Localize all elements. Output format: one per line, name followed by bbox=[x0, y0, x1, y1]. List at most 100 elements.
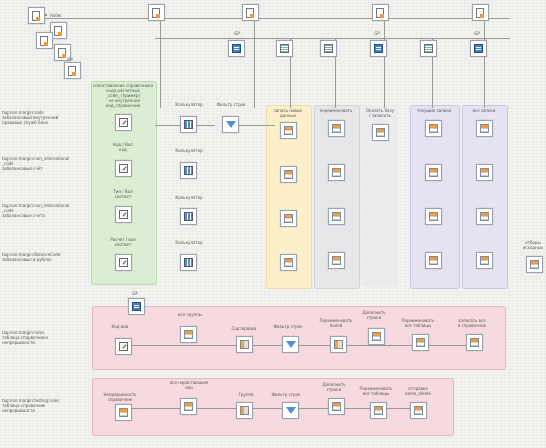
calc-label-2: Калькулятор bbox=[175, 148, 203, 153]
pink1-node-6[interactable] bbox=[412, 334, 429, 351]
sort-icon bbox=[240, 406, 249, 415]
table-icon bbox=[184, 330, 193, 339]
table-icon bbox=[374, 406, 383, 415]
right-label: отборы исходных bbox=[522, 240, 544, 250]
purple1-node-3[interactable] bbox=[425, 208, 442, 225]
top-node-2[interactable] bbox=[242, 4, 259, 21]
pink1-input-label: Код вид bbox=[111, 324, 129, 329]
db-node-3[interactable] bbox=[420, 40, 437, 57]
table-icon bbox=[376, 128, 385, 137]
db-node-2[interactable] bbox=[320, 40, 337, 57]
purple2-node-2[interactable] bbox=[476, 164, 493, 181]
gp-node-3[interactable] bbox=[470, 40, 487, 57]
gp-label: GP bbox=[132, 291, 138, 296]
table-icon bbox=[372, 332, 381, 341]
mapping-node-3[interactable] bbox=[115, 206, 132, 223]
pink1-node-5[interactable] bbox=[368, 328, 385, 345]
misc-node[interactable] bbox=[372, 124, 389, 141]
pink1-label-2: Сортировка bbox=[231, 326, 257, 331]
purple1-node-2[interactable] bbox=[425, 164, 442, 181]
pink1-label-4: Переименовать полей bbox=[319, 318, 353, 328]
pink1-node-1[interactable] bbox=[180, 326, 197, 343]
calc-node-1[interactable] bbox=[180, 116, 197, 133]
pink2-label-4: Дополнить строки bbox=[322, 382, 346, 392]
gray-node-4[interactable] bbox=[328, 252, 345, 269]
pink2-node-6[interactable] bbox=[410, 402, 427, 419]
gp-label: GP bbox=[474, 31, 480, 36]
calculator-icon bbox=[184, 212, 193, 221]
pink2-label-5: Переименовать все таблицы bbox=[359, 386, 393, 396]
connector bbox=[254, 18, 255, 108]
pink2-input-label: Непрерывность справочник bbox=[103, 392, 137, 402]
gray-node-3[interactable] bbox=[328, 208, 345, 225]
zip-node[interactable] bbox=[64, 62, 81, 79]
pink2-label-6: отправка name_delete bbox=[405, 386, 431, 396]
connector bbox=[235, 125, 275, 126]
pink2-node-1[interactable] bbox=[180, 398, 197, 415]
table-icon bbox=[284, 126, 293, 135]
purple2-node-4[interactable] bbox=[476, 252, 493, 269]
pink1-node-7[interactable] bbox=[466, 334, 483, 351]
purple1-node-1[interactable] bbox=[425, 120, 442, 137]
calc-label-1: Калькулятор bbox=[175, 102, 203, 107]
file-reader-node[interactable] bbox=[28, 7, 47, 24]
note-3: tag:non:margin:non_international _code з… bbox=[2, 203, 70, 218]
pink2-node-2[interactable] bbox=[236, 402, 253, 419]
purple1-node-4[interactable] bbox=[425, 252, 442, 269]
top-node-1[interactable] bbox=[148, 4, 165, 21]
purple2-node-3[interactable] bbox=[476, 208, 493, 225]
calc-node-2[interactable] bbox=[180, 162, 197, 179]
gray-node-1[interactable] bbox=[328, 120, 345, 137]
gp-node-1[interactable] bbox=[228, 40, 245, 57]
pink2-node-5[interactable] bbox=[370, 402, 387, 419]
note-1: tag:non:margin:code забалансовый внутрен… bbox=[2, 110, 59, 125]
table-icon bbox=[332, 124, 341, 133]
top-node-4[interactable] bbox=[472, 4, 489, 21]
db-node-1[interactable] bbox=[276, 40, 293, 57]
green-zone-title: сопоставление справочника кода расчетных… bbox=[92, 83, 154, 108]
top-node-3[interactable] bbox=[372, 4, 389, 21]
pink2-node-3[interactable] bbox=[282, 402, 299, 419]
misc-label: Оказать базу / записать bbox=[366, 108, 394, 118]
yellow-node-3[interactable] bbox=[280, 210, 297, 227]
pink2-node-4[interactable] bbox=[328, 398, 345, 415]
yellow-node-4[interactable] bbox=[280, 254, 297, 271]
filter-icon bbox=[226, 121, 236, 128]
database-icon bbox=[474, 44, 483, 53]
calculator-icon bbox=[184, 120, 193, 129]
calc-node-3[interactable] bbox=[180, 208, 197, 225]
pink1-note: tag:non:margin:rules таблица спарвочника… bbox=[2, 330, 48, 345]
pink1-node-2[interactable] bbox=[236, 336, 253, 353]
filter-node[interactable] bbox=[222, 116, 239, 133]
gray-node-2[interactable] bbox=[328, 164, 345, 181]
gp-node-4[interactable] bbox=[128, 298, 145, 315]
yellow-node-1[interactable] bbox=[280, 122, 297, 139]
right-node[interactable] bbox=[526, 256, 543, 273]
sort-icon bbox=[334, 340, 343, 349]
yellow-node-2[interactable] bbox=[280, 166, 297, 183]
edit-icon bbox=[119, 118, 128, 127]
table-icon bbox=[470, 338, 479, 347]
mapping-label-1: Код / Вал код bbox=[113, 142, 133, 152]
file-icon bbox=[476, 8, 484, 18]
pink1-label-6: Переименовать все таблицы bbox=[401, 318, 435, 328]
calc-node-4[interactable] bbox=[180, 254, 197, 271]
pink1-node-3[interactable] bbox=[282, 336, 299, 353]
pink1-node-4[interactable] bbox=[330, 336, 347, 353]
purple2-node-1[interactable] bbox=[476, 120, 493, 137]
gp-label: GP bbox=[234, 31, 240, 36]
gp-node-2[interactable] bbox=[370, 40, 387, 57]
yellow-zone-title: запись новых данных bbox=[273, 108, 303, 118]
pink1-label-7: записать все в справочник bbox=[457, 318, 487, 328]
mapping-node-1[interactable] bbox=[115, 114, 132, 131]
table-icon bbox=[332, 402, 341, 411]
pink2-note: tag:non:margin:testing:rules таблица спр… bbox=[2, 398, 60, 413]
pink2-input-node[interactable] bbox=[115, 404, 132, 421]
file-icon bbox=[54, 26, 62, 36]
purple-zone-1-title: текущие записи bbox=[416, 108, 452, 113]
mapping-node-4[interactable] bbox=[115, 254, 132, 271]
pink1-input-node[interactable] bbox=[115, 338, 132, 355]
file-node-2[interactable] bbox=[36, 32, 53, 49]
pink1-label-3: Фильтр строк bbox=[273, 324, 303, 329]
mapping-node-2[interactable] bbox=[115, 160, 132, 177]
